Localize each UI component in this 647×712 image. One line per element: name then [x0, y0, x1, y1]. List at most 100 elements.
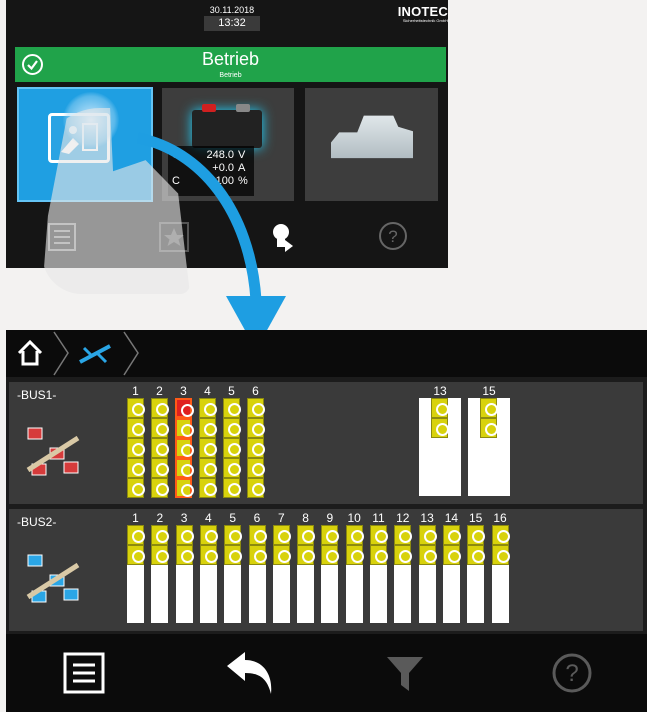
bus-column[interactable]: 12	[394, 509, 413, 631]
luminaire-cell[interactable]	[247, 478, 265, 498]
luminaire-cell[interactable]	[223, 458, 241, 478]
luminaire-cell[interactable]	[370, 545, 388, 565]
bus-column[interactable]: 8	[297, 509, 316, 631]
luminaire-cell[interactable]	[370, 525, 388, 545]
home-icon[interactable]	[16, 339, 44, 367]
help-button[interactable]: ?	[542, 634, 602, 712]
luminaire-cell[interactable]	[127, 438, 145, 458]
luminaire-cell[interactable]	[199, 545, 218, 565]
luminaire-cell[interactable]	[491, 545, 510, 565]
luminaire-cell[interactable]	[272, 525, 291, 545]
luminaire-cell[interactable]	[175, 438, 194, 458]
luminaire-fault-cell[interactable]	[175, 398, 194, 418]
luminaire-cell[interactable]	[418, 525, 437, 545]
column-number: 6	[252, 384, 259, 398]
luminaire-cell[interactable]	[431, 398, 449, 418]
bus-column[interactable]: 5	[223, 382, 241, 504]
bus-column[interactable]: 3	[175, 382, 194, 504]
luminaire-cell[interactable]	[151, 458, 169, 478]
luminaire-cell[interactable]	[321, 525, 340, 545]
bus-column[interactable]: 3	[175, 509, 194, 631]
luminaire-cell[interactable]	[199, 525, 218, 545]
bus-column[interactable]: 2	[151, 509, 170, 631]
menu-button[interactable]	[54, 634, 114, 712]
luminaire-cell[interactable]	[467, 545, 486, 565]
luminaire-cell[interactable]	[151, 418, 169, 438]
luminaire-cell[interactable]	[431, 418, 449, 438]
bus-column[interactable]: 15	[468, 382, 510, 504]
bus-column[interactable]: 4	[199, 382, 217, 504]
luminaire-cell[interactable]	[199, 478, 217, 498]
luminaire-cell[interactable]	[151, 398, 169, 418]
luminaire-cell[interactable]	[491, 525, 510, 545]
luminaire-cell[interactable]	[223, 418, 241, 438]
luminaire-cell[interactable]	[175, 478, 194, 498]
bus-column[interactable]: 4	[199, 509, 218, 631]
luminaire-cell[interactable]	[223, 478, 241, 498]
luminaire-cell[interactable]	[175, 458, 194, 478]
luminaire-cell[interactable]	[480, 398, 498, 418]
luminaire-cell[interactable]	[199, 458, 217, 478]
bus-column[interactable]: 15	[467, 509, 486, 631]
bus-column[interactable]: 7	[272, 509, 291, 631]
luminaire-cell[interactable]	[247, 398, 265, 418]
bus-column[interactable]: 14	[442, 509, 461, 631]
column-number: 4	[205, 511, 212, 525]
luminaire-cell[interactable]	[248, 525, 267, 545]
luminaire-cell[interactable]	[223, 398, 241, 418]
luminaire-cell[interactable]	[248, 545, 267, 565]
bus-column[interactable]: 13	[419, 382, 461, 504]
luminaire-cell[interactable]	[418, 545, 437, 565]
luminaire-cell[interactable]	[175, 545, 194, 565]
back-button[interactable]	[220, 634, 280, 712]
bus-column[interactable]: 16	[491, 509, 510, 631]
luminaire-cell[interactable]	[442, 545, 461, 565]
luminaire-cell[interactable]	[467, 525, 486, 545]
bus-column[interactable]: 10	[345, 509, 364, 631]
luminaire-cell[interactable]	[224, 525, 243, 545]
luminaire-cell[interactable]	[394, 545, 413, 565]
luminaire-cell[interactable]	[127, 545, 145, 565]
luminaire-cell[interactable]	[272, 545, 291, 565]
filter-button[interactable]	[375, 634, 435, 712]
luminaire-cell[interactable]	[394, 525, 413, 545]
bus-column[interactable]: 1	[127, 509, 145, 631]
luminaire-cell[interactable]	[297, 545, 316, 565]
luminaire-cell[interactable]	[223, 438, 241, 458]
luminaire-cell[interactable]	[127, 418, 145, 438]
help-icon: ?	[552, 653, 592, 693]
bus-column[interactable]: 2	[151, 382, 169, 504]
luminaire-cell[interactable]	[151, 478, 169, 498]
bus-column[interactable]: 6	[248, 509, 267, 631]
luminaire-cell[interactable]	[199, 438, 217, 458]
luminaire-cell[interactable]	[127, 478, 145, 498]
bus-column[interactable]: 6	[247, 382, 265, 504]
luminaire-cell[interactable]	[345, 525, 364, 545]
bus-column[interactable]: 1	[127, 382, 145, 504]
luminaire-cell[interactable]	[199, 418, 217, 438]
luminaire-cell[interactable]	[297, 525, 316, 545]
luminaire-cell[interactable]	[442, 525, 461, 545]
bus-column[interactable]: 5	[224, 509, 243, 631]
luminaire-cell[interactable]	[247, 438, 265, 458]
bus-column[interactable]: 11	[370, 509, 388, 631]
luminaire-cell[interactable]	[151, 525, 170, 545]
luminaire-cell[interactable]	[224, 545, 243, 565]
luminaire-cell[interactable]	[199, 398, 217, 418]
luminaire-cell[interactable]	[345, 545, 364, 565]
luminaire-cell[interactable]	[321, 545, 340, 565]
luminaire-cell[interactable]	[480, 418, 498, 438]
luminaire-cell[interactable]	[127, 398, 145, 418]
bus-icon[interactable]	[76, 342, 114, 366]
luminaire-cell[interactable]	[127, 458, 145, 478]
luminaire-cell[interactable]	[175, 525, 194, 545]
luminaire-cell[interactable]	[151, 438, 169, 458]
luminaire-cell[interactable]	[247, 458, 265, 478]
luminaire-cell[interactable]	[127, 525, 145, 545]
luminaire-cell[interactable]	[175, 418, 194, 438]
bus-column[interactable]: 13	[418, 509, 437, 631]
bus-column[interactable]: 9	[321, 509, 340, 631]
column-number: 15	[469, 511, 483, 525]
luminaire-cell[interactable]	[247, 418, 265, 438]
luminaire-cell[interactable]	[151, 545, 170, 565]
